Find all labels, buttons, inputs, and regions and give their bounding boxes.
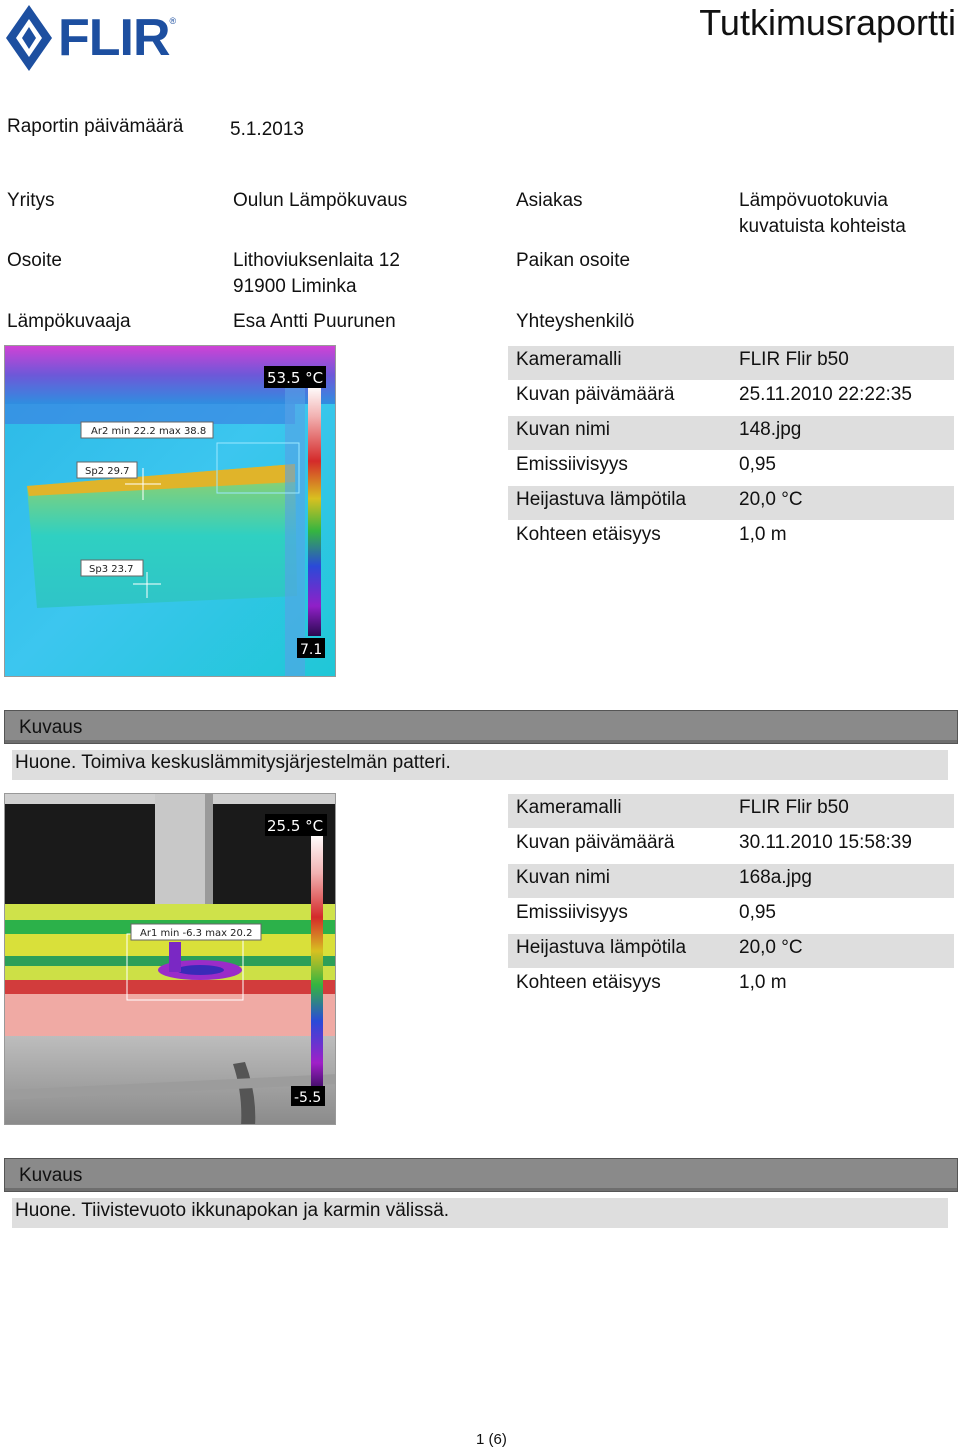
address-line2: 91900 Liminka [233,276,357,297]
description-heading-text: Kuvaus [19,717,83,738]
info-row: Kuvan päivämäärä 25.11.2010 22:22:35 [508,381,954,415]
client-label: Asiakas [516,190,583,211]
scale-max-label: 53.5 °C [267,369,323,387]
flir-diamond-icon [6,5,52,71]
info-row: Kameramalli FLIR Flir b50 [508,346,954,380]
contact-label: Yhteyshenkilö [516,311,635,332]
info-row: Kuvan päivämäärä 30.11.2010 15:58:39 [508,829,954,863]
row-value: 20,0 °C [739,489,803,510]
row-value: FLIR Flir b50 [739,349,849,370]
thermal-image-1: 53.5 °C 7.1 Ar2 min 22.2 max 38.8 Sp2 29… [4,345,336,677]
row-value: 1,0 m [739,524,787,545]
page-title: Tutkimusraportti [699,2,956,43]
flir-logo-text: FLIR [58,9,171,67]
description-heading: Kuvaus [4,710,958,744]
info-row: Kohteen etäisyys 1,0 m [508,969,954,1003]
area-ar1-label: Ar1 min -6.3 max 20.2 [140,928,252,939]
row-label: Heijastuva lämpötila [516,937,687,958]
row-label: Emissiivisyys [516,454,628,475]
client-value-line2: kuvatuista kohteista [739,216,906,237]
row-label: Kuvan nimi [516,419,610,440]
row-value: 20,0 °C [739,937,803,958]
area-ar2-label: Ar2 min 22.2 max 38.8 [91,426,206,437]
info-row: Heijastuva lämpötila 20,0 °C [508,486,954,520]
info-row: Kohteen etäisyys 1,0 m [508,521,954,555]
description-heading: Kuvaus [4,1158,958,1192]
thermographer-label: Lämpökuvaaja [7,311,131,332]
row-label: Kameramalli [516,797,622,818]
row-label: Kohteen etäisyys [516,524,661,545]
row-value: 148.jpg [739,419,802,440]
description-text: Huone. Tiivistevuoto ikkunapokan ja karm… [15,1200,450,1221]
scale-max-label: 25.5 °C [267,817,323,835]
scale-min-label: 7.1 [300,642,322,658]
report-date-label: Raportin päivämäärä [7,116,184,137]
row-label: Kameramalli [516,349,622,370]
address-line1: Lithoviuksenlaita 12 [233,250,400,271]
row-label: Kuvan päivämäärä [516,384,675,405]
row-label: Kuvan päivämäärä [516,832,675,853]
client-value-line1: Lämpövuotokuvia [739,190,888,211]
thermographer-value: Esa Antti Puurunen [233,311,396,332]
site-address-label: Paikan osoite [516,250,631,271]
address-label: Osoite [7,250,62,271]
row-value: FLIR Flir b50 [739,797,849,818]
spot-sp2-label: Sp2 29.7 [85,466,130,477]
row-value: 0,95 [739,454,776,475]
row-value: 30.11.2010 15:58:39 [739,832,912,853]
info-row: Heijastuva lämpötila 20,0 °C [508,934,954,968]
row-value: 0,95 [739,902,776,923]
info-row: Kuvan nimi 148.jpg [508,416,954,450]
description-body: Huone. Toimiva keskuslämmitysjärjestelmä… [12,750,948,780]
spot-sp3-label: Sp3 23.7 [89,564,134,575]
description-body: Huone. Tiivistevuoto ikkunapokan ja karm… [12,1198,948,1228]
description-text: Huone. Toimiva keskuslämmitysjärjestelmä… [15,752,451,773]
row-label: Heijastuva lämpötila [516,489,687,510]
row-label: Kuvan nimi [516,867,610,888]
flir-logo: FLIR ® [4,2,200,74]
scale-min-label: -5.5 [294,1090,321,1106]
info-row: Kuvan nimi 168a.jpg [508,864,954,898]
registered-mark: ® [169,16,177,26]
company-value: Oulun Lämpökuvaus [233,190,408,211]
row-value: 25.11.2010 22:22:35 [739,384,912,405]
report-date-value: 5.1.2013 [230,119,304,140]
info-row: Kameramalli FLIR Flir b50 [508,794,954,828]
row-label: Emissiivisyys [516,902,628,923]
info-row: Emissiivisyys 0,95 [508,451,954,485]
page-number: 1 (6) [476,1431,507,1448]
info-row: Emissiivisyys 0,95 [508,899,954,933]
row-value: 1,0 m [739,972,787,993]
row-value: 168a.jpg [739,867,812,888]
description-heading-text: Kuvaus [19,1165,83,1186]
company-label: Yritys [7,190,55,211]
row-label: Kohteen etäisyys [516,972,661,993]
thermal-image-2: 25.5 °C -5.5 Ar1 min -6.3 max 20.2 [4,793,336,1125]
